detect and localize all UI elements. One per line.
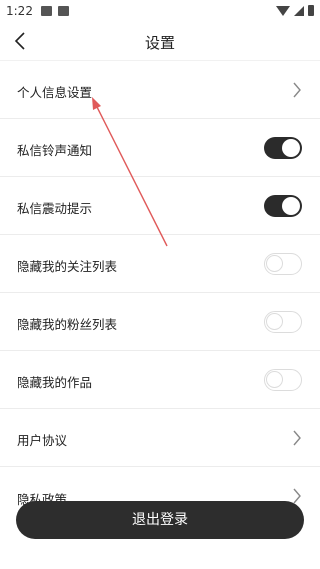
notification-icons [41,6,69,16]
chevron-right-icon [293,430,301,446]
toggle-knob [266,255,283,272]
status-time: 1:22 [6,4,33,18]
settings-row-label: 用户协议 [17,433,68,448]
settings-row-message-vibrate: 私信震动提示 [0,176,320,234]
settings-row-label: 隐藏我的粉丝列表 [17,317,118,332]
app-notification-icon [58,6,69,16]
page-title: 设置 [144,34,175,52]
chevron-right-icon [293,82,301,98]
wifi-icon [276,5,290,16]
settings-row-label: 私信铃声通知 [17,143,93,158]
status-bar: 1:22 [0,0,320,24]
settings-row-hide-fans: 隐藏我的粉丝列表 [0,292,320,350]
message-vibrate-toggle[interactable] [264,195,302,217]
hide-following-toggle[interactable] [264,253,302,275]
nav-bar: 设置 [0,24,320,60]
toggle-knob [266,313,283,330]
image-notification-icon [41,6,52,16]
logout-button[interactable]: 退出登录 [16,501,304,539]
hide-works-toggle[interactable] [264,369,302,391]
signal-icon [294,5,304,16]
hide-fans-toggle[interactable] [264,311,302,333]
battery-icon [308,5,314,16]
system-icons [276,5,314,16]
toggle-knob [282,139,300,157]
settings-list: 个人信息设置 私信铃声通知 私信震动提示 隐藏我的关注列表 隐藏我的粉丝列表 隐… [0,60,320,507]
message-sound-toggle[interactable] [264,137,302,159]
settings-row-label: 隐藏我的关注列表 [17,259,118,274]
settings-row-hide-following: 隐藏我的关注列表 [0,234,320,292]
toggle-knob [266,371,283,388]
settings-row-label: 个人信息设置 [17,85,93,100]
settings-row-message-sound: 私信铃声通知 [0,118,320,176]
settings-row-hide-works: 隐藏我的作品 [0,350,320,408]
settings-row-profile[interactable]: 个人信息设置 [0,60,320,118]
toggle-knob [282,197,300,215]
settings-row-label: 私信震动提示 [17,201,93,216]
settings-row-label: 隐藏我的作品 [17,375,93,390]
settings-row-user-agreement[interactable]: 用户协议 [0,408,320,466]
